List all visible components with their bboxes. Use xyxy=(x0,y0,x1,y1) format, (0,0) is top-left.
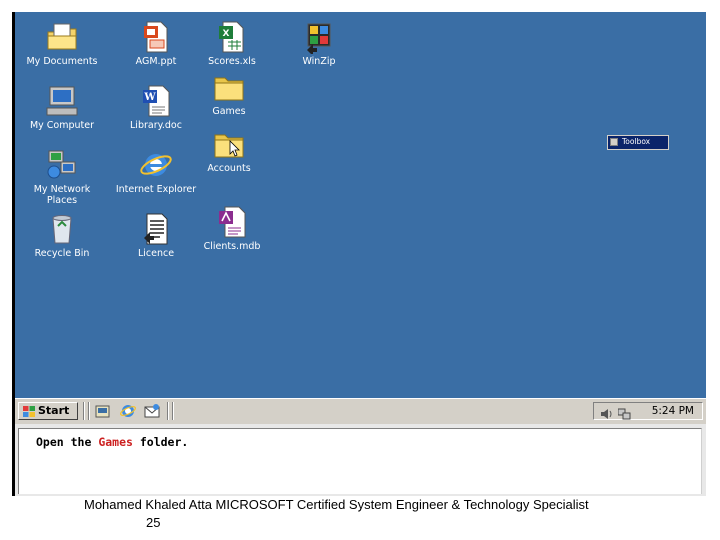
svg-text:X: X xyxy=(223,29,230,39)
desktop-icon-label: Internet Explorer xyxy=(115,184,197,195)
start-label: Start xyxy=(38,404,70,417)
desktop-icon-label: Scores.xls xyxy=(208,56,256,67)
desktop-icon-label: Recycle Bin xyxy=(34,248,90,259)
desktop-icon-label: Library.doc xyxy=(130,120,182,131)
system-tray: 5:24 PM xyxy=(593,402,703,420)
recycle-bin-icon xyxy=(44,212,80,246)
desktop-icon-label: Licence xyxy=(137,248,175,259)
excel-file-icon: X xyxy=(214,20,250,54)
toolbox-window[interactable]: Toolbox xyxy=(607,135,669,150)
desktop[interactable]: My Documents My Computer My Network Plac… xyxy=(15,12,706,398)
network-icon[interactable] xyxy=(617,405,631,420)
desktop-icon-clients-mdb[interactable]: Clients.mdb xyxy=(190,205,274,252)
taskbar-separator xyxy=(167,402,169,420)
text-document-icon xyxy=(138,212,174,246)
toolbox-icon xyxy=(610,138,618,146)
instruction-box: Open the Games folder. xyxy=(18,428,702,494)
winzip-icon xyxy=(301,20,337,56)
desktop-icon-label: WinZip xyxy=(302,56,336,67)
taskbar-separator xyxy=(83,402,85,420)
desktop-icon-accounts[interactable]: Accounts xyxy=(187,127,271,174)
my-computer-icon xyxy=(44,84,80,118)
internet-explorer-icon xyxy=(138,148,174,182)
taskbar: Start 5:24 PM xyxy=(15,398,706,424)
taskbar-separator xyxy=(172,402,174,420)
instruction-prefix: Open the xyxy=(36,435,99,449)
instruction-suffix: folder. xyxy=(132,435,189,449)
desktop-icon-my-computer[interactable]: My Computer xyxy=(20,84,104,131)
my-documents-icon xyxy=(44,20,80,54)
desktop-icon-my-network-places[interactable]: My Network Places xyxy=(20,148,104,206)
instruction-text: Open the Games folder. xyxy=(36,435,188,449)
volume-icon[interactable] xyxy=(600,405,613,419)
desktop-icon-library-doc[interactable]: W Library.doc xyxy=(114,84,198,131)
desktop-icon-winzip[interactable]: WinZip xyxy=(277,20,361,67)
footer-credit: Mohamed Khaled Atta MICROSOFT Certified … xyxy=(84,497,589,512)
word-file-icon: W xyxy=(138,84,174,118)
desktop-icon-label: Games xyxy=(212,106,246,117)
folder-icon xyxy=(211,127,247,161)
toolbox-label: Toolbox xyxy=(622,137,651,146)
page-number: 25 xyxy=(146,515,161,530)
desktop-icon-label: My Documents xyxy=(26,56,98,67)
internet-explorer-icon[interactable] xyxy=(120,403,136,419)
desktop-icon-licence[interactable]: Licence xyxy=(114,212,198,259)
instruction-highlight: Games xyxy=(98,435,133,449)
windows-flag-icon xyxy=(23,406,35,417)
outlook-express-icon[interactable] xyxy=(144,403,160,419)
desktop-icon-games[interactable]: Games xyxy=(187,70,271,117)
svg-text:W: W xyxy=(143,92,156,103)
start-button[interactable]: Start xyxy=(18,402,78,420)
desktop-icon-label: Clients.mdb xyxy=(203,241,261,252)
show-desktop-icon[interactable] xyxy=(95,403,111,419)
desktop-icon-label: My Network Places xyxy=(33,184,91,206)
screenshot-frame: My Documents My Computer My Network Plac… xyxy=(12,12,706,496)
desktop-icon-scores-xls[interactable]: X Scores.xls xyxy=(190,20,274,67)
desktop-icon-internet-explorer[interactable]: Internet Explorer xyxy=(114,148,198,195)
desktop-icon-label: My Computer xyxy=(29,120,95,131)
powerpoint-file-icon xyxy=(138,20,174,54)
desktop-icon-label: AGM.ppt xyxy=(135,56,177,67)
taskbar-separator xyxy=(88,402,90,420)
folder-icon xyxy=(211,70,247,104)
desktop-icon-label: Accounts xyxy=(207,163,251,174)
desktop-icon-agm-ppt[interactable]: AGM.ppt xyxy=(114,20,198,67)
network-places-icon xyxy=(44,148,80,182)
access-database-icon xyxy=(214,205,250,239)
clock[interactable]: 5:24 PM xyxy=(652,405,694,417)
desktop-icon-recycle-bin[interactable]: Recycle Bin xyxy=(20,212,104,259)
instruction-panel: Open the Games folder. xyxy=(15,424,706,496)
desktop-icon-my-documents[interactable]: My Documents xyxy=(20,20,104,67)
